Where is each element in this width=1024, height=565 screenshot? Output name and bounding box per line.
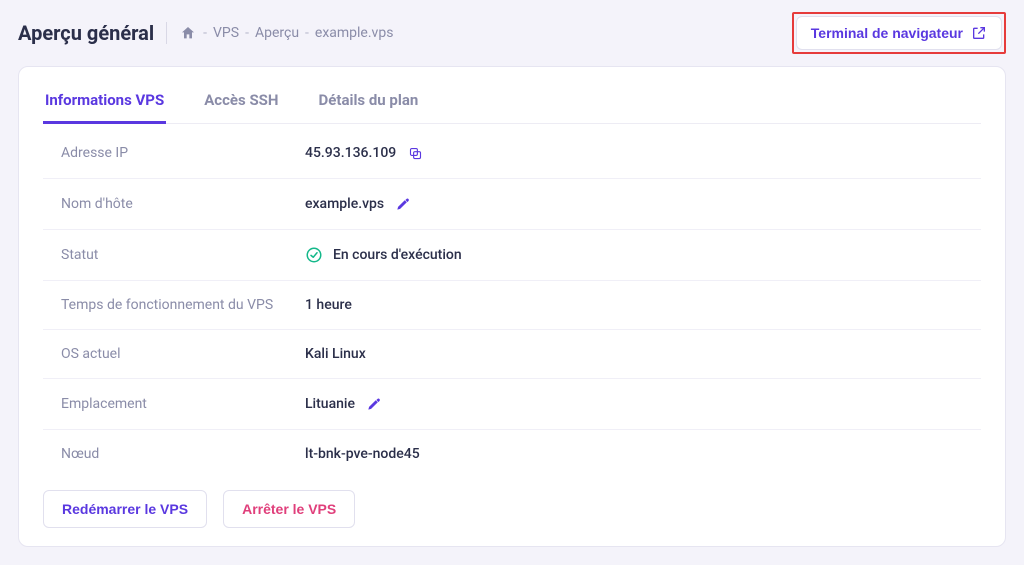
label-status: Statut [61,247,305,263]
breadcrumb-separator: - [305,25,309,41]
breadcrumb: - VPS - Aperçu - example.vps [179,24,393,42]
value-status: En cours d'exécution [333,247,462,263]
restart-vps-button[interactable]: Redémarrer le VPS [43,490,207,528]
divider [166,22,167,44]
label-ip: Adresse IP [61,145,305,161]
browser-terminal-button[interactable]: Terminal de navigateur [796,16,1002,50]
breadcrumb-item-vps[interactable]: VPS [213,25,239,41]
row-node: Nœud lt-bnk-pve-node45 [43,430,981,478]
row-location: Emplacement Lituanie [43,379,981,430]
label-hostname: Nom d'hôte [61,196,305,212]
edit-location-button[interactable] [365,395,383,413]
vps-overview-card: Informations VPS Accès SSH Détails du pl… [18,66,1006,547]
pencil-icon [396,197,410,211]
value-hostname: example.vps [305,196,384,212]
label-os: OS actuel [61,346,305,362]
label-node: Nœud [61,446,305,462]
tab-vps-info[interactable]: Informations VPS [43,81,166,124]
value-os: Kali Linux [305,346,366,362]
external-link-icon [971,25,987,41]
row-uptime: Temps de fonctionnement du VPS 1 heure [43,281,981,330]
status-running-icon [305,246,323,264]
label-location: Emplacement [61,396,305,412]
edit-hostname-button[interactable] [394,195,412,213]
pencil-icon [367,397,381,411]
tabs: Informations VPS Accès SSH Détails du pl… [43,67,981,124]
page-header: Aperçu général - VPS - Aperçu - example.… [18,12,1006,54]
tab-ssh-access[interactable]: Accès SSH [202,81,280,124]
breadcrumb-item-host[interactable]: example.vps [315,25,394,41]
browser-terminal-label: Terminal de navigateur [811,25,963,41]
row-ip: Adresse IP 45.93.136.109 [43,128,981,179]
stop-vps-button[interactable]: Arrêter le VPS [223,490,355,528]
value-node: lt-bnk-pve-node45 [305,446,420,462]
action-row: Redémarrer le VPS Arrêter le VPS [43,484,981,528]
value-location: Lituanie [305,396,355,412]
row-os: OS actuel Kali Linux [43,330,981,379]
copy-ip-button[interactable] [406,144,424,162]
vps-info-list: Adresse IP 45.93.136.109 Nom d'hôte exam… [43,124,981,484]
row-status: Statut En cours d'exécution [43,230,981,281]
value-ip: 45.93.136.109 [305,145,396,161]
value-uptime: 1 heure [305,297,352,313]
annotation-highlight: Terminal de navigateur [792,12,1006,54]
home-icon[interactable] [179,24,197,42]
label-uptime: Temps de fonctionnement du VPS [61,297,305,313]
breadcrumb-separator: - [245,25,249,41]
row-hostname: Nom d'hôte example.vps [43,179,981,230]
breadcrumb-separator: - [203,25,207,41]
breadcrumb-item-overview[interactable]: Aperçu [255,25,299,41]
page-title: Aperçu général [18,21,154,45]
tab-plan-details[interactable]: Détails du plan [317,81,421,124]
copy-icon [408,146,423,161]
